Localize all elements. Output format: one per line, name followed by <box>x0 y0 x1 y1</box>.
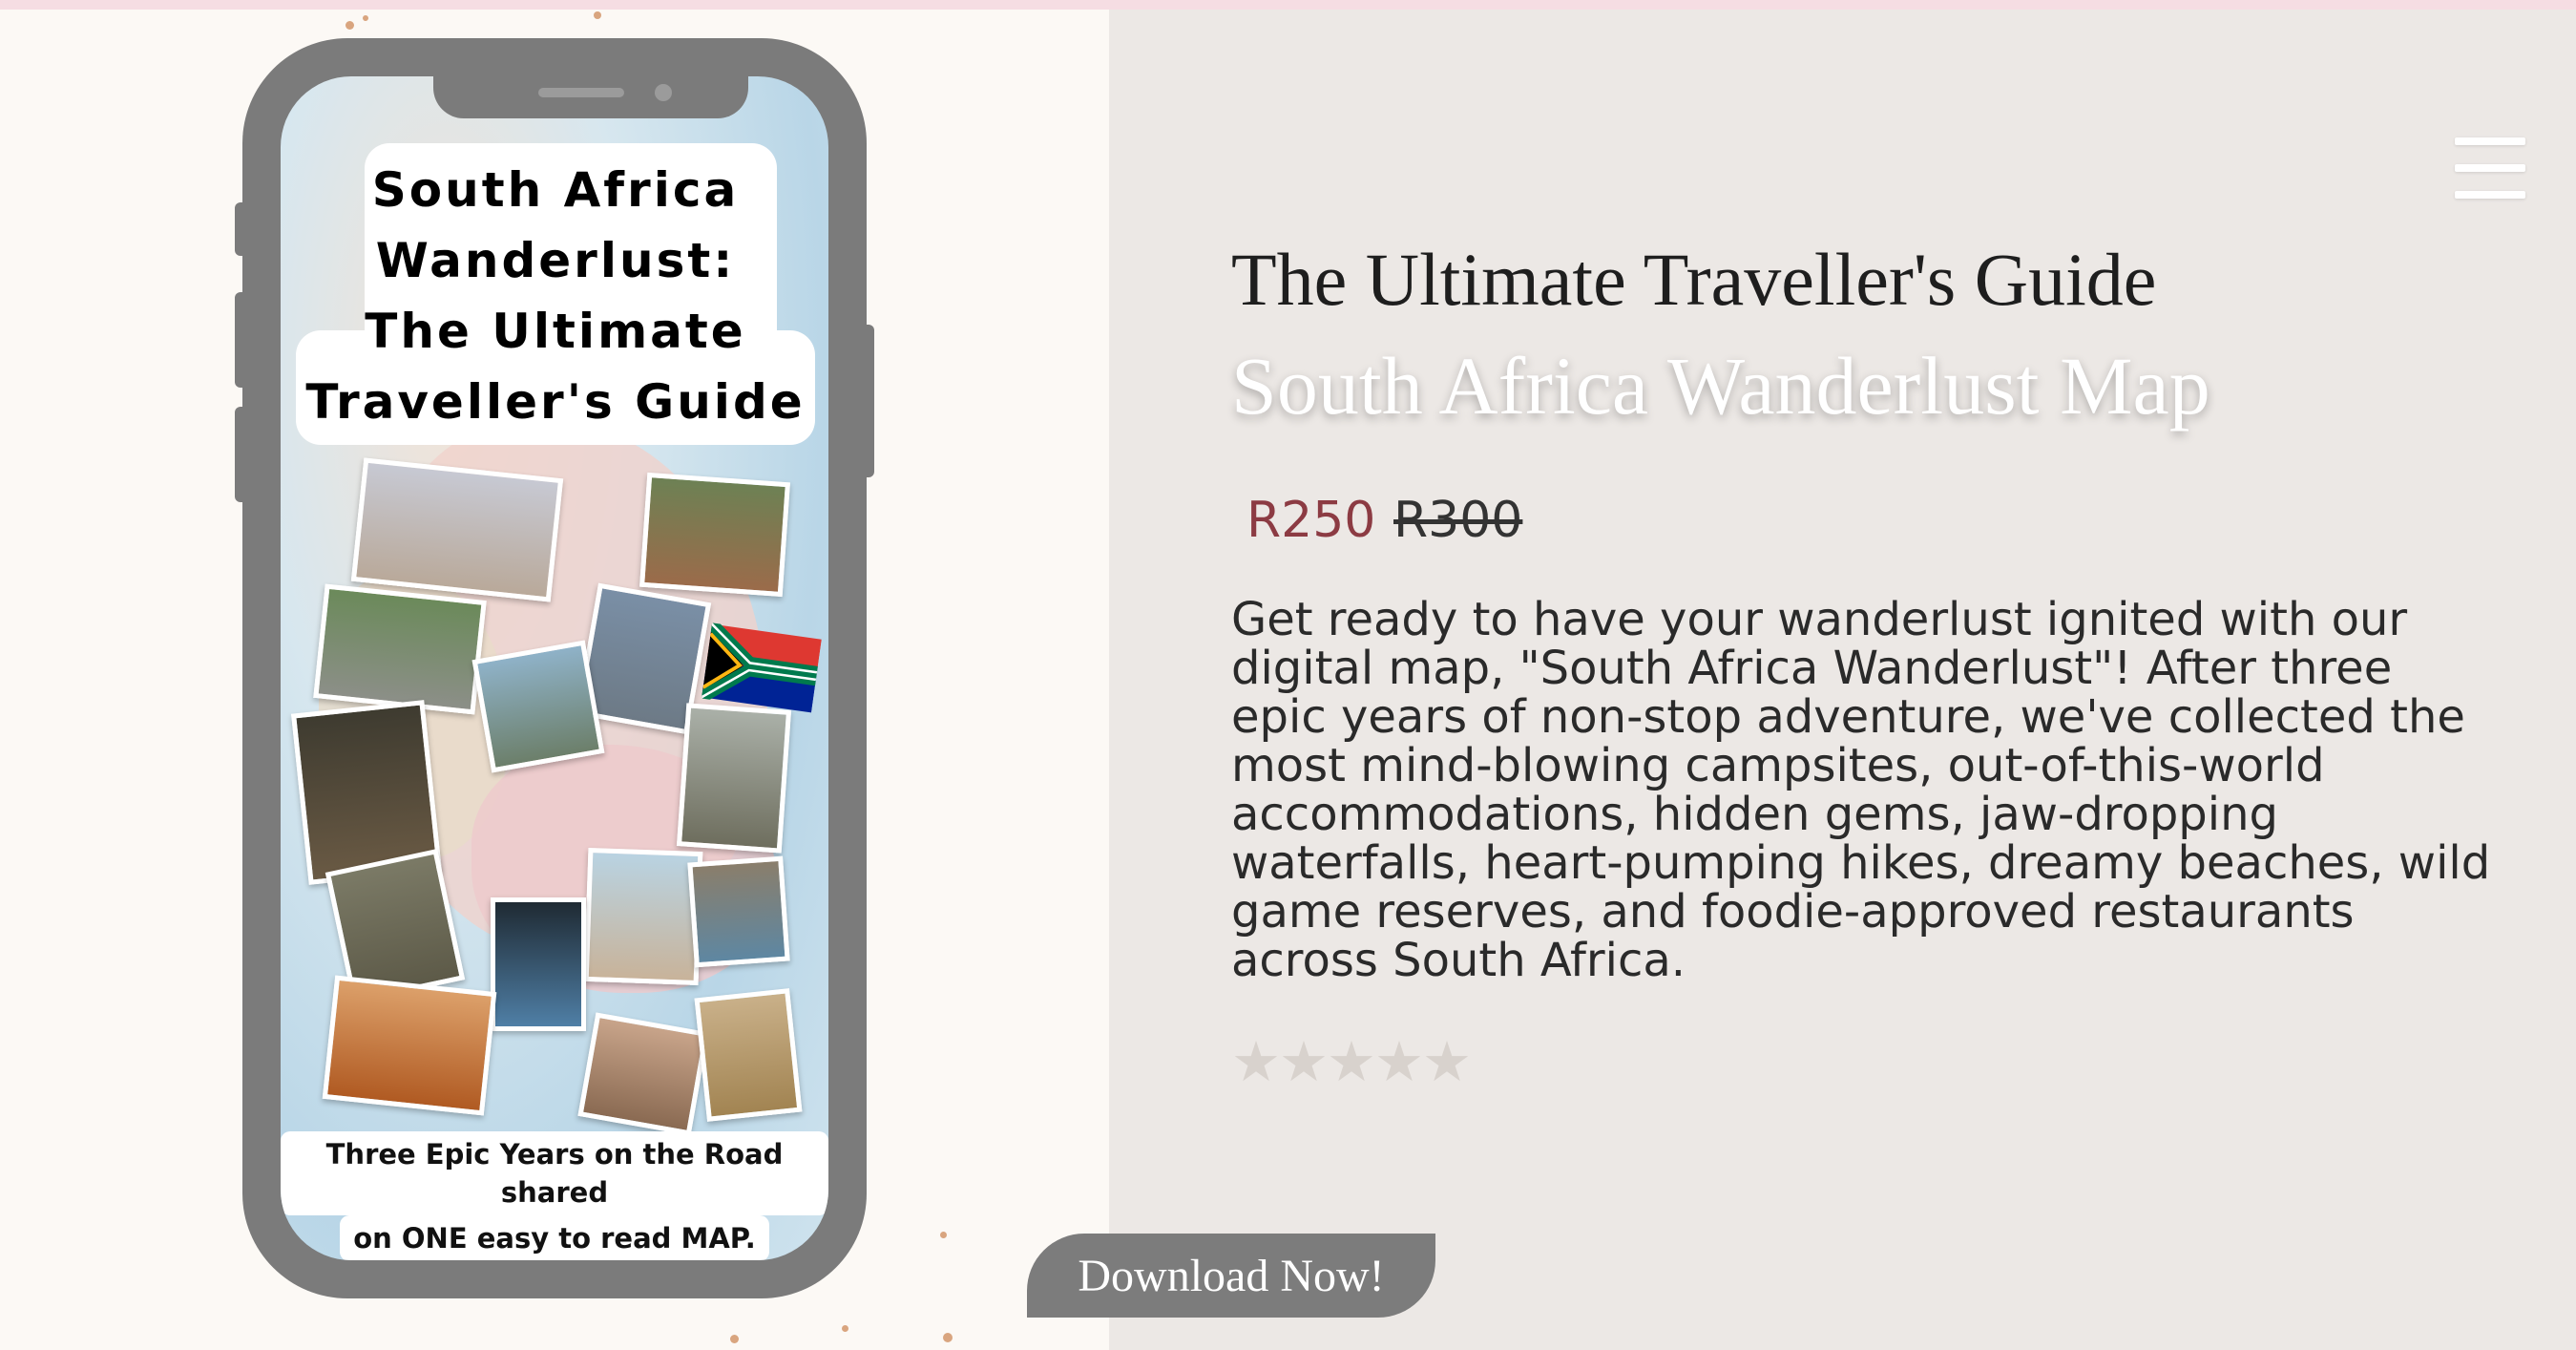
price-original: R300 <box>1393 492 1523 549</box>
decorative-dot <box>594 11 601 19</box>
product-title: South Africa Wanderlust Map <box>1231 340 2210 432</box>
south-africa-flag-icon <box>701 622 823 713</box>
collage-photo <box>687 855 790 968</box>
phone-mockup: South Africa Wanderlust: The Ultimate Tr… <box>242 38 867 1298</box>
cover-title: South Africa Wanderlust: The Ultimate Tr… <box>305 162 806 430</box>
rating-stars[interactable]: ★★★★★ <box>1231 1029 1472 1094</box>
cover-caption-line: Three Epic Years on the Road shared <box>281 1131 828 1215</box>
menu-bar <box>2455 137 2525 145</box>
product-description: Get ready to have your wanderlust ignite… <box>1231 593 2491 987</box>
decorative-dot <box>842 1325 848 1332</box>
decorative-dot <box>943 1333 953 1342</box>
collage-photo <box>583 847 703 986</box>
collage-photo <box>694 988 803 1122</box>
product-subtitle: The Ultimate Traveller's Guide <box>1231 238 2157 321</box>
top-border <box>0 0 2576 10</box>
download-now-button[interactable]: Download Now! <box>1027 1234 1435 1318</box>
decorative-dot <box>730 1335 739 1343</box>
phone-screen: South Africa Wanderlust: The Ultimate Tr… <box>281 76 828 1260</box>
decorative-dot <box>363 15 368 21</box>
collage-photo <box>313 583 487 715</box>
decorative-dot <box>940 1232 947 1238</box>
collage-photo <box>350 457 564 602</box>
collage-photo <box>676 703 792 854</box>
cover-caption-line: on ONE easy to read MAP. <box>340 1215 769 1260</box>
collage-photo <box>491 897 586 1031</box>
collage-photo <box>471 640 605 773</box>
price-current: R250 <box>1246 492 1376 549</box>
phone-camera <box>655 84 672 101</box>
cover-title-card: South Africa Wanderlust: The Ultimate Tr… <box>296 143 815 449</box>
phone-speaker <box>538 88 624 97</box>
collage-photo <box>322 975 497 1116</box>
collage-photo <box>577 1012 709 1136</box>
menu-bar <box>2455 164 2525 172</box>
collage-photo <box>639 472 791 598</box>
decorative-dot <box>346 21 354 30</box>
phone-notch <box>433 76 748 118</box>
cover-caption: Three Epic Years on the Road shared on O… <box>281 1131 828 1260</box>
hamburger-menu-icon[interactable] <box>2455 137 2525 199</box>
menu-bar <box>2455 191 2525 199</box>
